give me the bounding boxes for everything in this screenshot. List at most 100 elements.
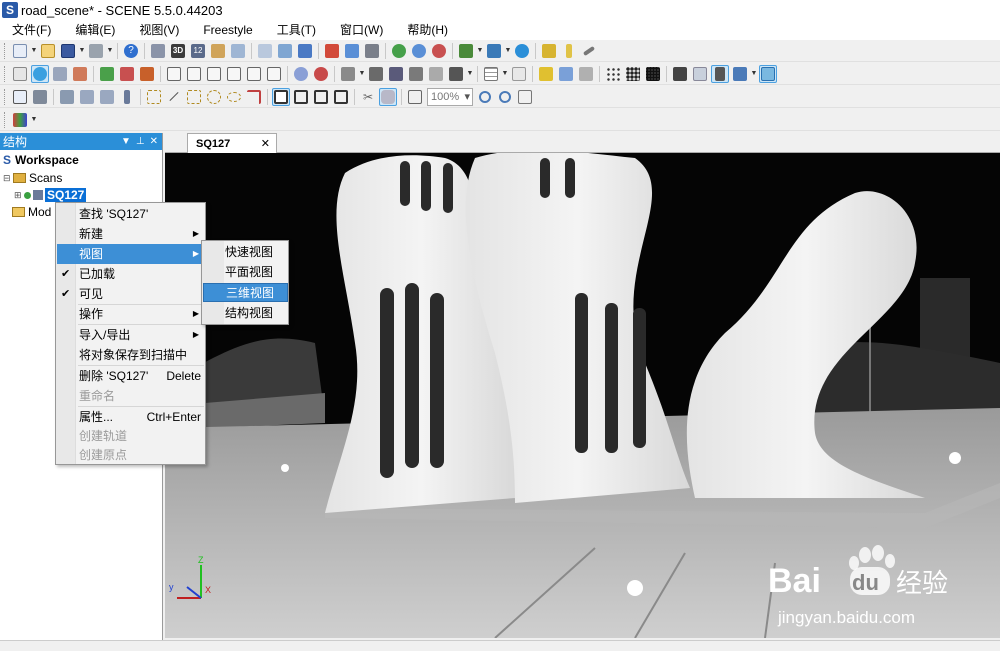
box-view-icon[interactable] bbox=[759, 64, 777, 83]
menu-help[interactable]: 帮助(H) bbox=[395, 20, 460, 40]
panel-close-icon[interactable]: ✕ bbox=[150, 136, 158, 147]
new-dropdown-icon[interactable]: ▼ bbox=[30, 42, 38, 60]
cube-right-icon[interactable] bbox=[225, 65, 243, 83]
panel-pin-icon[interactable]: ⊥ bbox=[136, 136, 145, 147]
open-project-icon[interactable] bbox=[39, 42, 57, 60]
panel-menu-icon[interactable]: ▼ bbox=[121, 136, 131, 147]
menu-item-operations[interactable]: 操作 ▶ bbox=[57, 304, 205, 324]
rect-select-icon[interactable] bbox=[145, 88, 163, 106]
register-icon[interactable] bbox=[276, 42, 294, 60]
menu-item-import-export[interactable]: 导入/导出 ▶ bbox=[57, 325, 205, 345]
menu-item-loaded[interactable]: ✔ 已加载 bbox=[57, 264, 205, 284]
scanner-icon[interactable] bbox=[387, 65, 405, 83]
line-select-icon[interactable] bbox=[165, 88, 183, 106]
submenu-plan-view[interactable]: 平面视图 bbox=[203, 263, 288, 282]
zoom-in-icon[interactable] bbox=[496, 88, 514, 106]
home-icon[interactable] bbox=[209, 42, 227, 60]
grid-dropdown-icon[interactable]: ▼ bbox=[501, 65, 509, 83]
ellipse-select-icon[interactable] bbox=[225, 88, 243, 106]
points-full-icon[interactable] bbox=[671, 65, 689, 83]
move-side-icon[interactable] bbox=[138, 65, 156, 83]
orbit-icon[interactable] bbox=[513, 42, 531, 60]
collapse-icon[interactable]: ⊟ bbox=[3, 173, 13, 184]
help-icon[interactable]: ? bbox=[122, 42, 140, 60]
scan-3d-viewport[interactable]: Z X y bbox=[165, 153, 1000, 638]
document-icon[interactable] bbox=[510, 65, 528, 83]
tag-icon[interactable] bbox=[577, 65, 595, 83]
clip-reset-icon[interactable] bbox=[332, 88, 350, 106]
points-dense-icon[interactable] bbox=[644, 65, 662, 83]
cube-back-icon[interactable] bbox=[185, 65, 203, 83]
cloud-green-icon[interactable] bbox=[390, 42, 408, 60]
submenu-quick-view[interactable]: 快速视图 bbox=[203, 243, 288, 262]
camera-icon[interactable] bbox=[339, 65, 357, 83]
menu-item-save-to-scan[interactable]: 将对象保存到扫描中 bbox=[57, 345, 205, 365]
save-dropdown-icon[interactable]: ▼ bbox=[78, 42, 86, 60]
tree-scans[interactable]: ⊟ Scans bbox=[3, 171, 62, 185]
pick-plus-icon[interactable] bbox=[98, 88, 116, 106]
zoom-fit-icon[interactable] bbox=[516, 88, 534, 106]
mesh-icon[interactable] bbox=[691, 65, 709, 83]
tree-scan-sq127[interactable]: ⊞ SQ127 bbox=[14, 188, 87, 202]
menu-window[interactable]: 窗口(W) bbox=[328, 20, 395, 40]
fit-view-icon[interactable] bbox=[406, 88, 424, 106]
pan-icon[interactable] bbox=[11, 65, 29, 83]
menu-item-new[interactable]: 新建 ▶ bbox=[57, 224, 205, 244]
scan-icon[interactable] bbox=[149, 42, 167, 60]
flag-icon[interactable] bbox=[537, 65, 555, 83]
palette-icon[interactable] bbox=[11, 111, 29, 129]
import-icon[interactable] bbox=[296, 42, 314, 60]
menu-file[interactable]: 文件(F) bbox=[0, 20, 63, 40]
menu-item-view[interactable]: 视图 ▶ bbox=[57, 244, 205, 264]
cloud-blue-icon[interactable] bbox=[410, 42, 428, 60]
car-icon[interactable] bbox=[407, 65, 425, 83]
cut-icon[interactable]: ✂ bbox=[359, 88, 377, 106]
photo-icon[interactable] bbox=[427, 65, 445, 83]
move-up-icon[interactable] bbox=[98, 65, 116, 83]
new-project-icon[interactable] bbox=[11, 42, 29, 60]
battery-icon[interactable] bbox=[540, 42, 558, 60]
menu-item-create-origin[interactable]: 创建原点 bbox=[57, 445, 205, 465]
toolbar-grip[interactable] bbox=[4, 42, 7, 59]
stack-icon[interactable] bbox=[363, 42, 381, 60]
display-mode-dropdown-icon[interactable]: ▼ bbox=[476, 42, 484, 60]
menu-item-create-track[interactable]: 创建轨道 bbox=[57, 426, 205, 446]
target-icon[interactable] bbox=[312, 65, 330, 83]
menu-tools[interactable]: 工具(T) bbox=[265, 20, 328, 40]
select-frame-icon[interactable] bbox=[11, 88, 29, 106]
save-icon[interactable] bbox=[59, 42, 77, 60]
flag-blue-icon[interactable] bbox=[557, 65, 575, 83]
device-dropdown-icon[interactable]: ▼ bbox=[466, 65, 474, 83]
cube-top-icon[interactable] bbox=[245, 65, 263, 83]
device-icon[interactable] bbox=[447, 65, 465, 83]
move-across-icon[interactable] bbox=[118, 65, 136, 83]
fly-mode-icon[interactable] bbox=[51, 65, 69, 83]
print-dropdown-icon[interactable]: ▼ bbox=[106, 42, 114, 60]
zoom-scan-icon[interactable] bbox=[292, 65, 310, 83]
layer-dropdown-icon[interactable]: ▼ bbox=[750, 65, 758, 83]
menu-item-find[interactable]: 查找 'SQ127' bbox=[57, 204, 205, 224]
view-3d-icon[interactable]: 3D bbox=[169, 42, 187, 60]
tree-models[interactable]: Mod bbox=[12, 205, 51, 219]
tab-close-icon[interactable]: ✕ bbox=[261, 137, 270, 150]
points-sparse-icon[interactable] bbox=[604, 65, 622, 83]
tab-sq127[interactable]: SQ127 ✕ bbox=[187, 133, 277, 153]
print-icon[interactable] bbox=[87, 42, 105, 60]
clip-box-icon[interactable] bbox=[272, 87, 290, 106]
pick-icon[interactable] bbox=[78, 88, 96, 106]
toolbar-grip[interactable] bbox=[4, 65, 7, 82]
copy-icon[interactable] bbox=[256, 42, 274, 60]
layer-icon[interactable] bbox=[731, 65, 749, 83]
menu-item-delete[interactable]: 删除 'SQ127' Delete bbox=[57, 366, 205, 386]
select-tree-icon[interactable] bbox=[31, 88, 49, 106]
export-icon[interactable] bbox=[343, 42, 361, 60]
clip-icon[interactable] bbox=[367, 65, 385, 83]
display-mode-icon[interactable] bbox=[457, 42, 475, 60]
color-mode-dropdown-icon[interactable]: ▼ bbox=[504, 42, 512, 60]
zoom-out-icon[interactable] bbox=[476, 88, 494, 106]
toolbar-grip[interactable] bbox=[4, 111, 7, 128]
palette-dropdown-icon[interactable]: ▼ bbox=[30, 111, 38, 129]
corner-select-icon[interactable] bbox=[245, 88, 263, 106]
calendar-icon[interactable] bbox=[323, 42, 341, 60]
window-layout-icon[interactable] bbox=[229, 42, 247, 60]
